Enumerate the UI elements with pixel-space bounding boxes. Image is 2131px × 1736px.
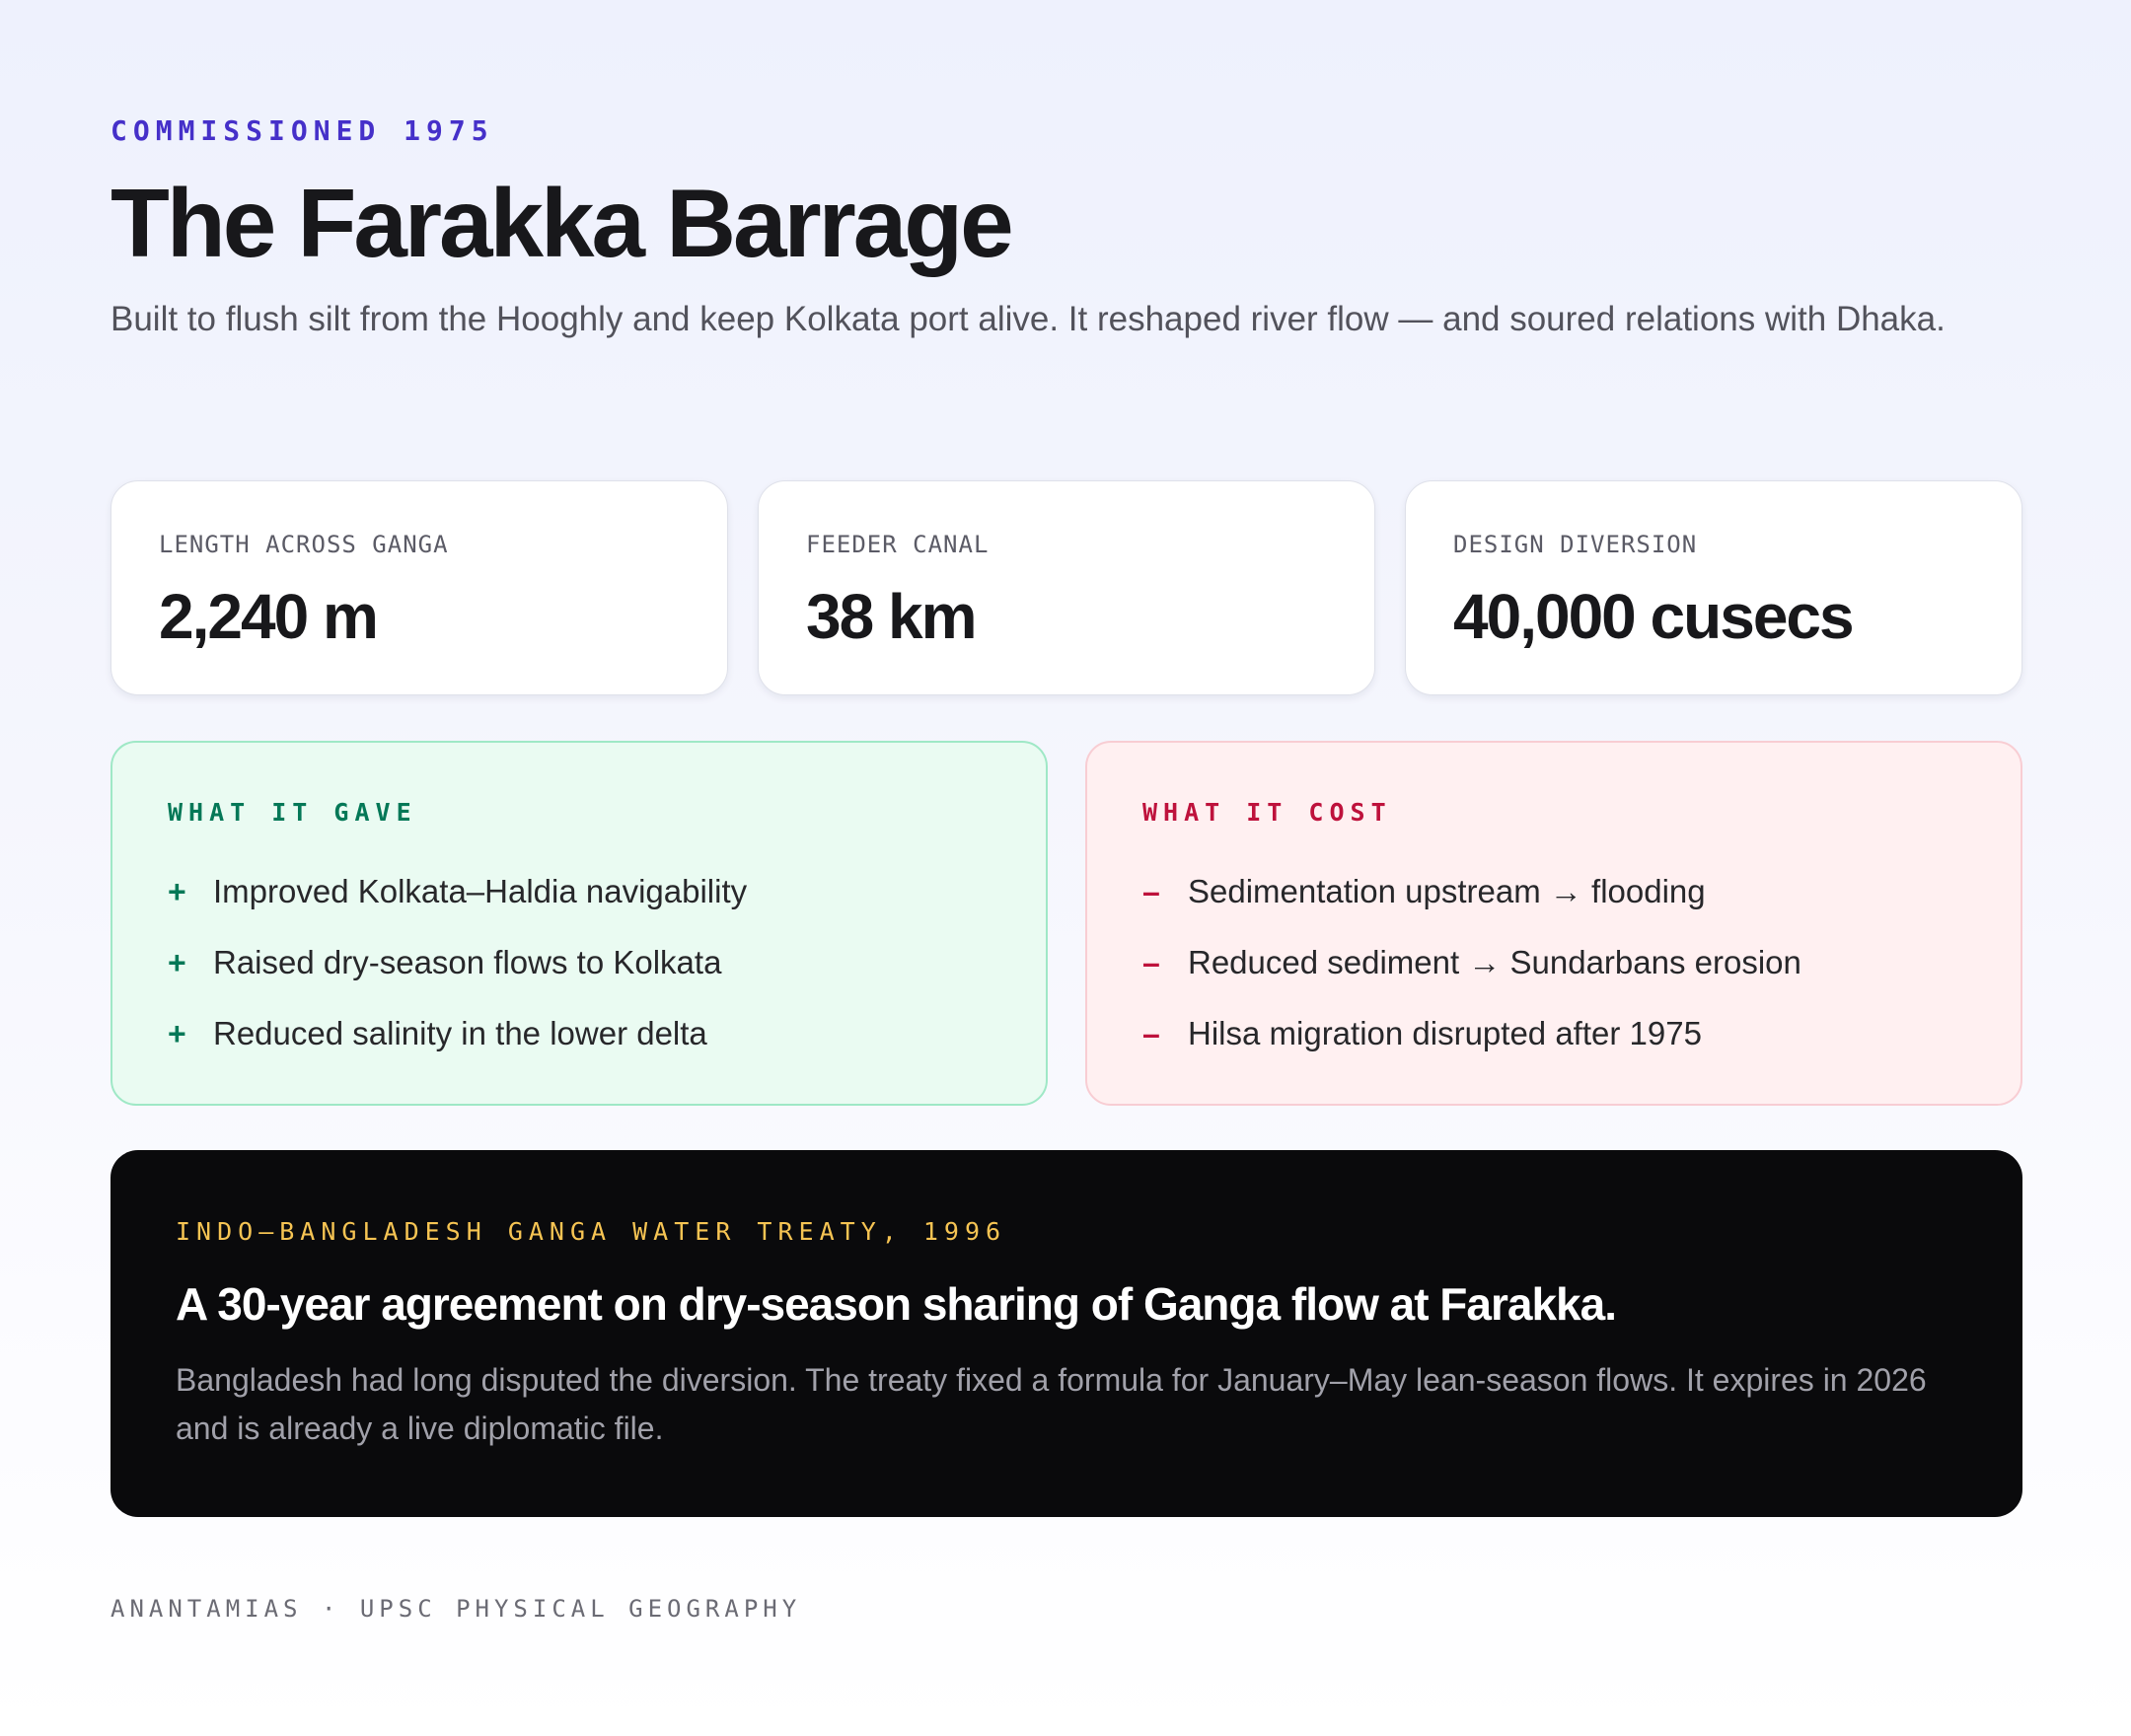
page-subtitle: Built to flush silt from the Hooghly and… — [110, 300, 1946, 338]
minus-icon: – — [1142, 873, 1160, 909]
stat-card-length: LENGTH ACROSS GANGA 2,240 m — [110, 480, 728, 695]
treaty-eyebrow: INDO–BANGLADESH GANGA WATER TREATY, 1996 — [176, 1217, 1007, 1246]
stats-row: LENGTH ACROSS GANGA 2,240 m FEEDER CANAL… — [110, 480, 2022, 695]
cost-item: – Sedimentation upstream → flooding — [1142, 856, 1965, 927]
treaty-body: Bangladesh had long disputed the diversi… — [176, 1362, 1927, 1446]
what-it-gave-card: WHAT IT GAVE + Improved Kolkata–Haldia n… — [110, 741, 1048, 1106]
benefit-item: + Improved Kolkata–Haldia navigability — [168, 856, 991, 927]
footer-credit: ANANTAMIAS · UPSC PHYSICAL GEOGRAPHY — [110, 1595, 802, 1623]
treaty-card: INDO–BANGLADESH GANGA WATER TREATY, 1996… — [110, 1150, 2022, 1517]
cost-text: Hilsa migration disrupted after 1975 — [1188, 1015, 1702, 1051]
treaty-title: A 30-year agreement on dry-season sharin… — [176, 1278, 1617, 1330]
eyebrow: COMMISSIONED 1975 — [110, 114, 494, 147]
cost-item: – Hilsa migration disrupted after 1975 — [1142, 998, 1965, 1069]
benefits-list: + Improved Kolkata–Haldia navigability +… — [168, 856, 991, 1069]
minus-icon: – — [1142, 1015, 1160, 1051]
stat-value: 40,000 cusecs — [1453, 581, 1855, 652]
benefit-text: Improved Kolkata–Haldia navigability — [213, 873, 748, 909]
impact-lists: WHAT IT GAVE + Improved Kolkata–Haldia n… — [110, 741, 2022, 1106]
benefit-item: + Reduced salinity in the lower delta — [168, 998, 991, 1069]
plus-icon: + — [168, 944, 186, 980]
stat-label: FEEDER CANAL — [806, 531, 990, 558]
what-it-cost-heading: WHAT IT COST — [1142, 798, 1392, 827]
minus-icon: – — [1142, 944, 1160, 980]
stat-card-feeder-canal: FEEDER CANAL 38 km — [758, 480, 1375, 695]
benefit-text: Raised dry-season flows to Kolkata — [213, 944, 722, 980]
plus-icon: + — [168, 1015, 186, 1051]
stat-label: LENGTH ACROSS GANGA — [159, 531, 449, 558]
plus-icon: + — [168, 873, 186, 909]
cost-text: Reduced sediment → Sundarbans erosion — [1188, 944, 1801, 980]
what-it-gave-heading: WHAT IT GAVE — [168, 798, 417, 827]
cost-text: Sedimentation upstream → flooding — [1188, 873, 1706, 909]
benefit-item: + Raised dry-season flows to Kolkata — [168, 927, 991, 998]
benefit-text: Reduced salinity in the lower delta — [213, 1015, 707, 1051]
stat-value: 2,240 m — [159, 581, 379, 652]
stat-card-design-diversion: DESIGN DIVERSION 40,000 cusecs — [1405, 480, 2022, 695]
costs-list: – Sedimentation upstream → flooding – Re… — [1142, 856, 1965, 1069]
stat-label: DESIGN DIVERSION — [1453, 531, 1698, 558]
page-title: The Farakka Barrage — [110, 169, 1014, 277]
cost-item: – Reduced sediment → Sundarbans erosion — [1142, 927, 1965, 998]
what-it-cost-card: WHAT IT COST – Sedimentation upstream → … — [1085, 741, 2022, 1106]
stat-value: 38 km — [806, 581, 977, 652]
